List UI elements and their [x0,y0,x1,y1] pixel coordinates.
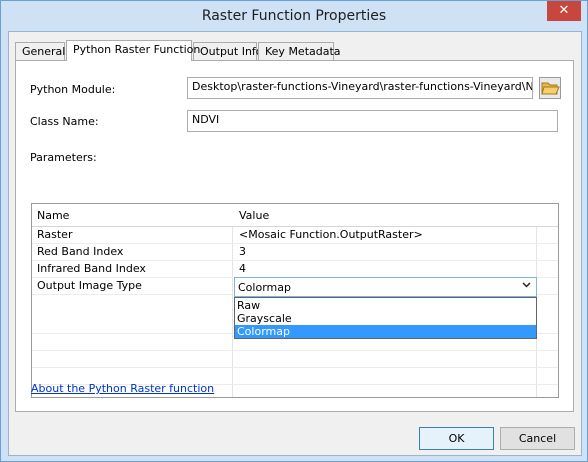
dropdown-option-colormap[interactable]: Colormap [235,325,536,338]
param-value[interactable]: 4 [239,262,246,275]
tab-key-metadata[interactable]: Key Metadata [258,42,341,60]
param-value[interactable]: <Mosaic Function.OutputRaster> [239,228,423,241]
param-name: Output Image Type [37,279,142,292]
param-name: Raster [37,228,73,241]
python-module-label: Python Module: [30,83,116,96]
title-bar[interactable]: Raster Function Properties ✕ [1,1,587,31]
dialog-client: General Python Raster Function Output In… [8,31,582,456]
column-header-value[interactable]: Value [239,209,269,222]
browse-folder-button[interactable] [539,77,561,99]
ok-button[interactable]: OK [419,427,494,450]
close-button[interactable]: ✕ [547,1,581,21]
param-name: Infrared Band Index [37,262,146,275]
dialog-window: Raster Function Properties ✕ General Pyt… [0,0,588,462]
python-raster-function-page: Python Module: Desktop\raster-functions-… [15,60,574,412]
parameters-label: Parameters: [30,151,97,164]
param-name: Red Band Index [37,245,124,258]
class-name-field[interactable]: NDVI [187,110,558,132]
combo-selected-value: Colormap [238,281,291,294]
table-row[interactable]: Raster <Mosaic Function.OutputRaster> [32,226,558,244]
table-row[interactable]: Infrared Band Index 4 [32,260,558,278]
output-image-type-select[interactable]: Colormap [234,277,537,297]
close-icon: ✕ [558,3,570,18]
open-folder-icon [541,82,560,95]
class-name-label: Class Name: [30,115,99,128]
output-image-type-dropdown: Raw Grayscale Colormap [234,297,537,339]
tab-general[interactable]: General [15,42,65,60]
dropdown-option-raw[interactable]: Raw [235,299,536,312]
table-row[interactable]: Red Band Index 3 [32,243,558,261]
chevron-down-icon[interactable] [522,280,531,292]
button-bar: OK Cancel [9,422,581,455]
dropdown-option-grayscale[interactable]: Grayscale [235,312,536,325]
about-python-raster-function-link[interactable]: About the Python Raster function [31,382,214,395]
parameters-grid: Name Value Raster <Mosaic Function.Outpu… [31,203,559,398]
tab-output-info[interactable]: Output Info [193,42,263,60]
python-module-field[interactable]: Desktop\raster-functions-Vineyard\raster… [187,77,533,99]
tab-python-raster-function[interactable]: Python Raster Function [66,40,200,61]
grid-header: Name Value [32,204,558,227]
param-value[interactable]: 3 [239,245,246,258]
cancel-button[interactable]: Cancel [500,427,575,450]
empty-row [32,350,558,368]
window-title: Raster Function Properties [201,8,387,24]
column-header-name[interactable]: Name [37,209,69,222]
